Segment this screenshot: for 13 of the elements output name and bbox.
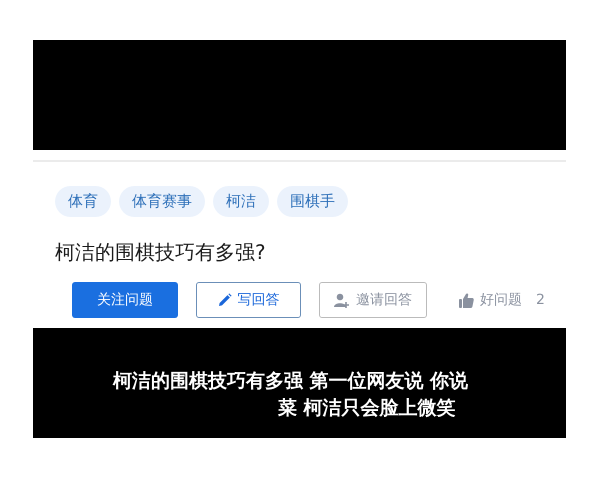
- topic-tag[interactable]: 围棋手: [277, 186, 348, 217]
- subtitle: 菜 柯洁只会脸上微笑: [277, 396, 457, 421]
- topic-tag[interactable]: 体育: [55, 186, 111, 217]
- pencil-icon: [218, 293, 232, 307]
- thumbs-up-icon: [459, 292, 474, 308]
- follow-button[interactable]: 关注问题: [72, 282, 178, 318]
- subtitle: 柯洁的围棋技巧有多强 第一位网友说 你说: [112, 369, 470, 394]
- add-person-icon: [334, 292, 350, 308]
- question-title: 柯洁的围棋技巧有多强?: [55, 239, 267, 266]
- invite-button[interactable]: 邀请回答: [319, 282, 427, 318]
- topic-tag[interactable]: 柯洁: [213, 186, 269, 217]
- topic-tag[interactable]: 体育赛事: [119, 186, 205, 217]
- write-answer-button[interactable]: 写回答: [196, 282, 301, 318]
